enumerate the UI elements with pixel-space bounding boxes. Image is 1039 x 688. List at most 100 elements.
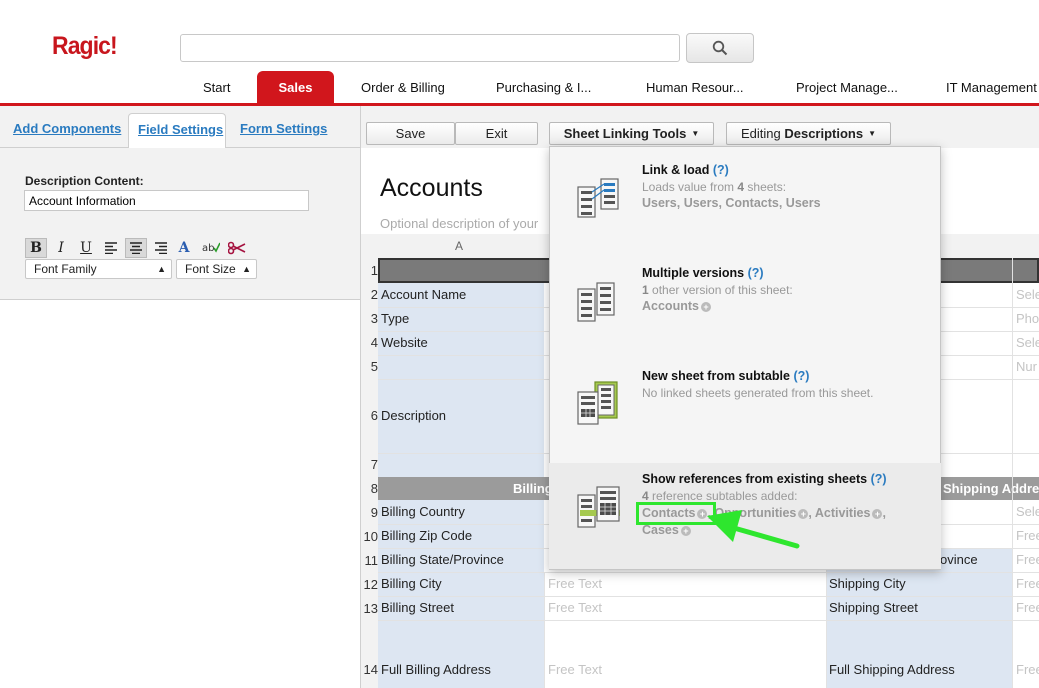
field-value[interactable]: Pho	[1012, 307, 1039, 331]
version-link-accounts[interactable]: Accounts +	[642, 299, 711, 313]
align-right-icon	[155, 242, 167, 254]
underline-button[interactable]: U	[75, 238, 97, 258]
tab-add-components[interactable]: Add Components	[13, 121, 121, 136]
ref-link-cases[interactable]: Cases +	[642, 523, 691, 537]
row-number: 9	[370, 505, 378, 520]
field-value[interactable]: Sele	[1012, 283, 1039, 307]
help-link[interactable]: (?)	[748, 266, 764, 280]
grid-line	[378, 572, 1039, 573]
field-value[interactable]: Sele	[1012, 500, 1039, 524]
field-value[interactable]: Free Text	[544, 572, 826, 596]
font-size-select[interactable]: Font Size ▲	[176, 259, 257, 279]
editing-mode-button[interactable]: Editing Descriptions ▼	[726, 122, 891, 145]
field-label[interactable]	[378, 453, 544, 477]
tab-it-management[interactable]: IT Management	[946, 71, 1037, 104]
multiple-versions-title[interactable]: Multiple versions (?)	[642, 266, 764, 280]
grid-line	[544, 572, 545, 688]
section-shipping: Shipping Addre	[943, 481, 1039, 496]
link-load-icon	[575, 173, 625, 226]
subtitle-suffix: other version of this sheet:	[648, 283, 793, 297]
multiple-versions-icon	[575, 277, 625, 330]
link-load-subtitle: Loads value from 4 sheets:	[642, 180, 786, 194]
field-value[interactable]: Sele	[1012, 331, 1039, 355]
field-label[interactable]: Billing City	[378, 572, 544, 596]
link-load-sheets[interactable]: Users, Users, Contacts, Users	[642, 196, 821, 210]
tab-form-settings[interactable]: Form Settings	[240, 121, 327, 136]
plus-circle-icon[interactable]: +	[872, 509, 883, 519]
help-link[interactable]: (?)	[871, 472, 887, 486]
plus-circle-icon[interactable]: +	[680, 526, 691, 536]
field-label[interactable]: Description	[378, 379, 544, 453]
caret-down-icon: ▼	[691, 129, 700, 138]
font-color-button[interactable]: A	[173, 238, 195, 258]
sheet-title[interactable]: Accounts	[380, 174, 483, 203]
sheet-linking-tools-button[interactable]: Sheet Linking Tools ▼	[549, 122, 714, 145]
tab-human-resources[interactable]: Human Resour...	[646, 71, 744, 104]
spellcheck-icon: ab	[202, 242, 220, 254]
tab-sales[interactable]: Sales	[257, 71, 334, 104]
show-references-title[interactable]: Show references from existing sheets (?)	[642, 472, 887, 486]
cut-button[interactable]	[226, 238, 248, 258]
ref-link-activities[interactable]: Activities +	[815, 506, 883, 520]
font-family-value: Font Family	[34, 262, 97, 276]
link-load-title-text: Link & load	[642, 163, 710, 177]
field-label-right[interactable]: Full Shipping Address	[826, 620, 1012, 688]
bold-button[interactable]: B	[25, 238, 47, 258]
field-label[interactable]: Billing Country	[378, 500, 544, 524]
tab-order-billing[interactable]: Order & Billing	[361, 71, 445, 104]
align-right-button[interactable]	[150, 238, 172, 258]
plus-circle-icon[interactable]: +	[700, 302, 711, 312]
ref-link-activities-text: Activities	[814, 506, 871, 520]
field-label[interactable]: Type	[378, 307, 544, 331]
subtitle-suffix: sheets:	[744, 180, 787, 194]
field-label[interactable]	[378, 355, 544, 379]
grid-line	[378, 620, 1039, 621]
new-sheet-subtable-title[interactable]: New sheet from subtable (?)	[642, 369, 809, 383]
field-label-right[interactable]: Shipping City	[826, 572, 1012, 596]
field-value[interactable]: Free Text	[544, 620, 826, 688]
show-references-title-text: Show references from existing sheets	[642, 472, 868, 486]
field-value[interactable]: Free	[1012, 572, 1039, 596]
description-content-input[interactable]	[24, 190, 309, 211]
show-references-icon	[575, 483, 625, 536]
field-label[interactable]: Website	[378, 331, 544, 355]
field-label-right[interactable]: Shipping Street	[826, 596, 1012, 620]
align-center-button[interactable]	[125, 238, 147, 258]
field-label[interactable]: Billing Street	[378, 596, 544, 620]
field-value[interactable]: Free	[1012, 524, 1039, 548]
field-value[interactable]: Free	[1012, 596, 1039, 620]
row-number: 14	[363, 662, 378, 677]
help-link[interactable]: (?)	[793, 369, 809, 383]
exit-button[interactable]: Exit	[455, 122, 538, 145]
save-button[interactable]: Save	[366, 122, 455, 145]
font-family-select[interactable]: Font Family ▲	[25, 259, 172, 279]
field-value[interactable]: Free	[1012, 620, 1039, 688]
ragic-logo[interactable]: Ragic!	[52, 32, 118, 61]
section-billing: Billing	[513, 481, 553, 496]
row-number: 5	[370, 359, 378, 374]
tab-start[interactable]: Start	[203, 71, 230, 104]
version-link-text: Accounts	[642, 299, 699, 313]
field-value[interactable]: Nur	[1012, 355, 1039, 379]
field-label[interactable]: Billing Zip Code	[378, 524, 544, 548]
field-label[interactable]: Billing State/Province	[378, 548, 544, 572]
sheet-description[interactable]: Optional description of your	[380, 216, 538, 231]
new-sheet-subtable-title-text: New sheet from subtable	[642, 369, 790, 383]
tab-project-management[interactable]: Project Manage...	[796, 71, 898, 104]
grid-line	[1012, 258, 1013, 688]
tab-purchasing[interactable]: Purchasing & I...	[496, 71, 591, 104]
align-left-button[interactable]	[100, 238, 122, 258]
italic-button[interactable]: I	[50, 238, 72, 258]
search-button[interactable]	[686, 33, 754, 63]
field-label[interactable]: Full Billing Address	[378, 620, 544, 688]
link-load-title[interactable]: Link & load (?)	[642, 163, 729, 177]
spellcheck-button[interactable]: ab	[200, 238, 222, 258]
field-value[interactable]: Free Text	[544, 596, 826, 620]
tab-field-settings[interactable]: Field Settings	[138, 122, 223, 137]
column-header-a[interactable]: A	[455, 239, 463, 253]
row-number: 13	[363, 601, 378, 616]
field-value[interactable]: Free	[1012, 548, 1039, 572]
field-label[interactable]: Account Name	[378, 283, 544, 307]
help-link[interactable]: (?)	[713, 163, 729, 177]
search-input[interactable]	[180, 34, 680, 62]
